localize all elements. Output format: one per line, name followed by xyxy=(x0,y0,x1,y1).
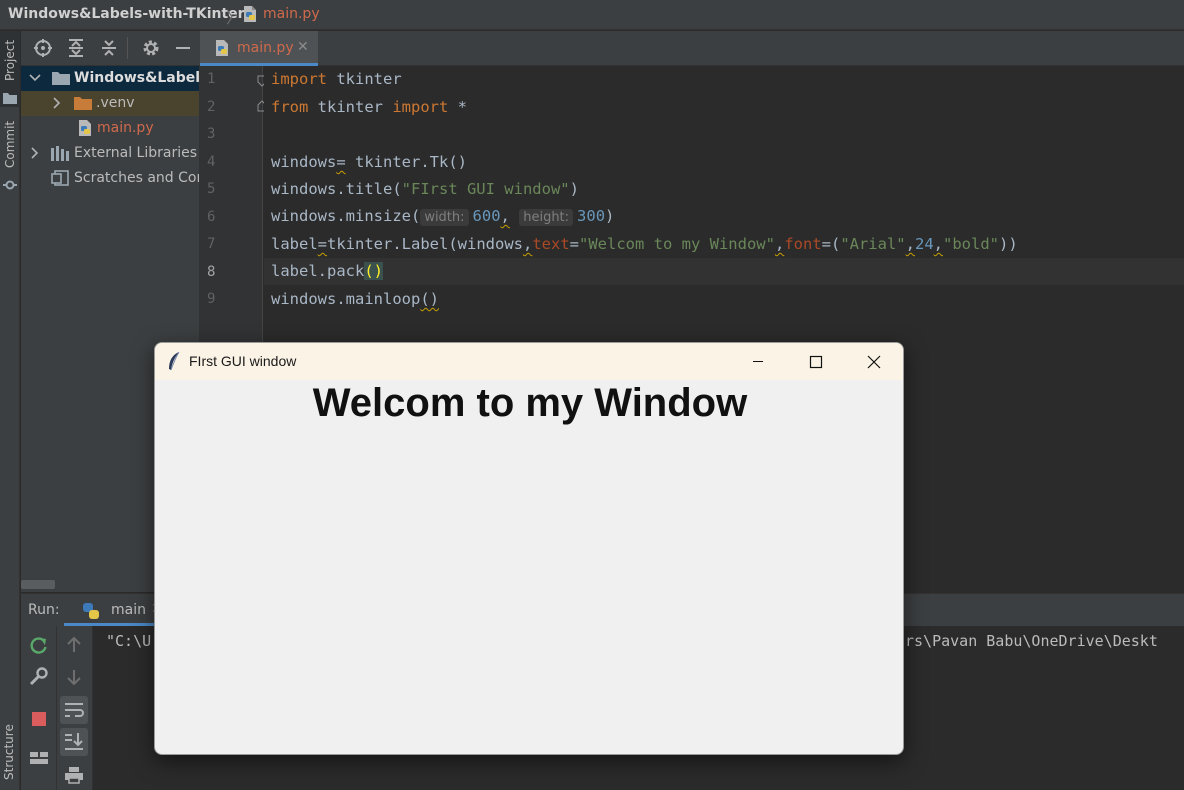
commit-tool-tab[interactable]: Commit xyxy=(0,120,20,192)
tk-titlebar[interactable]: FIrst GUI window xyxy=(155,343,903,380)
tkinter-window[interactable]: FIrst GUI window Welcom to my Window xyxy=(154,342,904,755)
locate-icon[interactable] xyxy=(33,39,53,57)
python-file-icon xyxy=(214,39,230,61)
collapse-all-icon[interactable] xyxy=(99,39,119,57)
structure-tab-label: Structure xyxy=(2,724,16,780)
line-number: 9 xyxy=(207,291,216,307)
minimize-button[interactable] xyxy=(729,343,787,380)
project-tab-label: Project xyxy=(3,39,17,81)
rerun-icon[interactable] xyxy=(29,636,49,660)
commit-tab-label: Commit xyxy=(3,120,17,168)
chevron-right-icon[interactable] xyxy=(51,97,63,113)
code-line-1: import tkinter xyxy=(271,70,402,88)
code-line-4: windows= tkinter.Tk() xyxy=(271,153,467,171)
python-icon xyxy=(81,601,101,625)
code-lines[interactable]: import tkinter from tkinter import * win… xyxy=(264,66,1184,326)
library-icon xyxy=(51,146,71,165)
close-button[interactable] xyxy=(845,343,903,380)
print-icon[interactable] xyxy=(64,766,84,788)
tree-item-label: Windows&Labels- xyxy=(74,70,199,86)
editor-tab-bar: main.py ✕ xyxy=(199,31,1184,66)
python-file-icon xyxy=(77,119,93,141)
line-number: 2 xyxy=(207,99,216,115)
run-tab-label: main xyxy=(111,602,146,618)
parameter-hint: height: xyxy=(519,209,574,226)
chevron-down-icon[interactable] xyxy=(29,72,41,88)
project-tool-tab[interactable]: Project xyxy=(0,31,20,107)
line-number: 3 xyxy=(207,126,216,142)
horizontal-scrollbar[interactable] xyxy=(21,580,55,589)
tab-label: main.py xyxy=(237,40,294,56)
layout-icon[interactable] xyxy=(29,750,49,770)
chevron-right-icon[interactable] xyxy=(29,147,41,163)
tab-main-py[interactable]: main.py ✕ xyxy=(200,31,318,66)
gear-icon[interactable] xyxy=(141,39,161,57)
tree-item-label: Scratches and Cons xyxy=(74,170,199,186)
tree-item-venv[interactable]: .venv xyxy=(21,91,199,116)
navigation-bar: Windows&Labels-with-TKinter 〉 main.py xyxy=(0,0,1184,30)
minimize-panel-icon[interactable] xyxy=(173,39,193,57)
code-line-2: from tkinter import * xyxy=(271,98,467,116)
line-number: 1 xyxy=(207,71,216,87)
python-file-icon xyxy=(242,5,258,23)
arrow-down-icon[interactable] xyxy=(66,668,82,690)
folder-icon xyxy=(74,96,92,114)
scroll-to-end-toggle[interactable] xyxy=(60,728,88,756)
console-output-right: rs\Pavan Babu\OneDrive\Deskt xyxy=(905,632,1158,650)
commit-icon xyxy=(3,176,17,195)
run-toolbar-secondary xyxy=(57,626,93,790)
code-line-8: label.pack() xyxy=(271,262,383,280)
line-number-current: 8 xyxy=(207,264,216,280)
tk-label-welcome: Welcom to my Window xyxy=(312,381,748,425)
tree-item-label: main.py xyxy=(97,120,154,136)
run-toolbar-primary xyxy=(21,626,57,790)
tree-item-label: External Libraries xyxy=(74,145,197,161)
line-number: 6 xyxy=(207,209,216,225)
parameter-hint: width: xyxy=(420,209,469,226)
tk-window-title: FIrst GUI window xyxy=(189,353,297,369)
code-line-7: label=tkinter.Label(windows,text="Welcom… xyxy=(271,235,1018,253)
folder-icon xyxy=(52,71,70,89)
line-number: 5 xyxy=(207,181,216,197)
maximize-button[interactable] xyxy=(787,343,845,380)
breadcrumb-separator: 〉 xyxy=(226,8,243,27)
breadcrumb-file[interactable]: main.py xyxy=(263,6,320,22)
stop-icon[interactable] xyxy=(31,711,47,731)
soft-wrap-toggle[interactable] xyxy=(60,696,88,724)
tree-item-label: .venv xyxy=(96,95,135,111)
toolbar-divider xyxy=(127,37,128,59)
code-line-5: windows.title("FIrst GUI window") xyxy=(271,180,579,198)
code-line-9: windows.mainloop() xyxy=(271,290,439,308)
folder-icon xyxy=(3,89,17,108)
project-toolbar xyxy=(21,31,199,66)
line-number: 4 xyxy=(207,154,216,170)
close-icon[interactable]: ✕ xyxy=(297,39,309,55)
scratches-icon xyxy=(51,170,71,190)
arrow-up-icon[interactable] xyxy=(66,636,82,658)
tree-item-main-py[interactable]: main.py xyxy=(21,116,199,141)
line-number: 7 xyxy=(207,236,216,252)
feather-icon xyxy=(167,351,181,375)
tree-item-scratches[interactable]: Scratches and Cons xyxy=(21,166,199,191)
tree-item-project-root[interactable]: Windows&Labels- xyxy=(21,66,199,91)
breadcrumb-project[interactable]: Windows&Labels-with-TKinter xyxy=(8,6,245,22)
console-output-left: "C:\U xyxy=(106,632,152,650)
expand-all-icon[interactable] xyxy=(66,39,86,57)
run-panel-title: Run: xyxy=(28,602,60,618)
code-line-6: windows.minsize(width: 600, height: 300) xyxy=(271,207,615,226)
structure-tool-tab[interactable]: Structure xyxy=(0,724,20,790)
wrench-icon[interactable] xyxy=(29,667,49,691)
tree-item-external-libraries[interactable]: External Libraries xyxy=(21,141,199,166)
